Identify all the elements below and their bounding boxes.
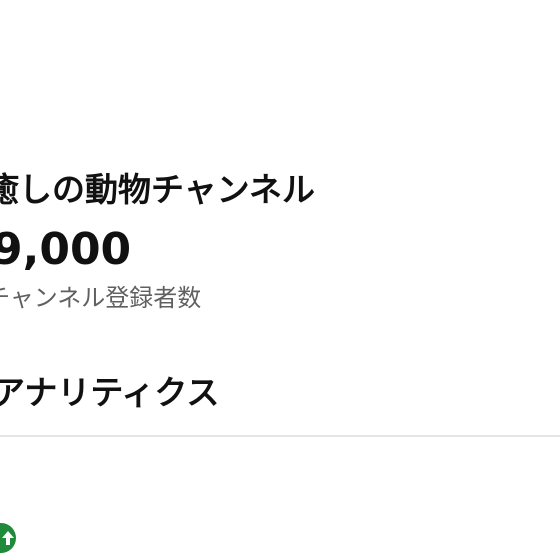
channel-name: 癒しの動物チャンネル [0, 170, 316, 209]
arrow-up-icon [0, 523, 16, 553]
analytics-section-header[interactable]: アナリティクス [0, 370, 219, 416]
subscriber-count: 9,000 [0, 224, 132, 275]
subscriber-count-label: チャンネル登録者数 [0, 284, 202, 312]
section-divider [0, 435, 560, 437]
channel-dashboard-screen: 癒しの動物チャンネル 9,000 チャンネル登録者数 アナリティクス [0, 0, 560, 560]
